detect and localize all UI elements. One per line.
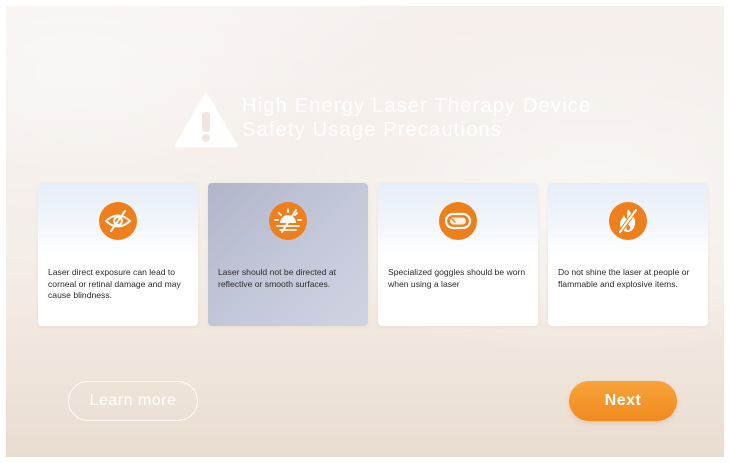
precaution-text: Laser should not be directed at reflecti… <box>218 267 337 289</box>
precaution-card-goggles[interactable]: Specialized goggles should be worn when … <box>378 183 538 326</box>
next-button[interactable]: Next <box>569 381 677 421</box>
goggles-icon <box>439 202 477 240</box>
precaution-text: Specialized goggles should be worn when … <box>388 267 526 289</box>
precaution-card-no-flammables[interactable]: Do not shine the laser at people or flam… <box>548 183 708 326</box>
precaution-card-eye-damage[interactable]: Laser direct exposure can lead to cornea… <box>38 183 198 326</box>
page-title: High Energy Laser Therapy Device Safety … <box>242 94 591 142</box>
no-fire-icon <box>609 202 647 240</box>
title-line-2: Safety Usage Precautions <box>242 119 503 141</box>
precaution-card-reflective-surfaces[interactable]: Laser should not be directed at reflecti… <box>208 183 368 326</box>
eye-slash-icon <box>99 202 137 240</box>
precaution-text: Laser direct exposure can lead to cornea… <box>48 267 181 300</box>
safety-precautions-screen: High Energy Laser Therapy Device Safety … <box>6 6 724 457</box>
title-line-1: High Energy Laser Therapy Device <box>242 95 592 117</box>
sun-no-reflect-icon <box>269 202 307 240</box>
learn-more-button[interactable]: Learn more <box>68 381 198 421</box>
warning-triangle-icon <box>174 92 238 148</box>
precaution-text: Do not shine the laser at people or flam… <box>558 267 690 289</box>
